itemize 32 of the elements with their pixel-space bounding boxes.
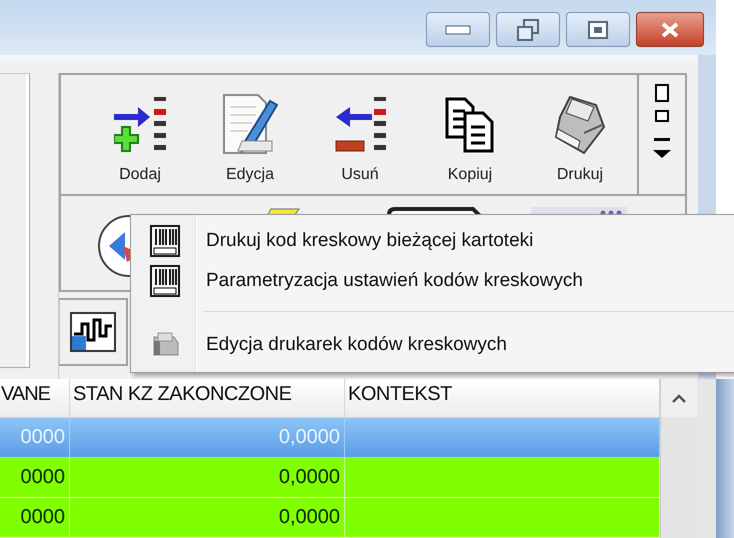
menu-item[interactable]: Edycja drukarek kodów kreskowych: [133, 322, 734, 368]
table-cell: 0,0000: [70, 498, 345, 538]
remove-icon: [334, 97, 386, 154]
large-icons-icon[interactable]: [654, 83, 670, 104]
minimize-button[interactable]: [426, 12, 490, 47]
copy-icon: [445, 97, 495, 154]
column-header[interactable]: VANE: [0, 379, 70, 417]
restore-icon: [516, 18, 540, 42]
table-row[interactable]: 0000 0,0000: [0, 458, 660, 498]
column-header[interactable]: STAN KZ ZAKONCZONE: [70, 379, 345, 417]
maximize-icon: [587, 20, 609, 40]
table-row[interactable]: 0000 0,0000: [0, 498, 660, 538]
toolbar-button[interactable]: Drukuj: [525, 75, 635, 194]
restore-button[interactable]: [496, 12, 560, 47]
minimize-icon: [445, 24, 471, 34]
add-icon: [114, 97, 166, 154]
close-button[interactable]: [636, 12, 704, 47]
menu-item[interactable]: Parametryzacja ustawień kodów kreskowych: [133, 261, 734, 301]
menu-item[interactable]: Drukuj kod kreskowy bieżącej kartoteki: [133, 221, 734, 261]
chart-icon[interactable]: [70, 312, 116, 352]
toolbar-button[interactable]: Dodaj: [85, 75, 195, 194]
maximize-button[interactable]: [566, 12, 630, 47]
close-icon: [659, 20, 681, 38]
toolbar-button[interactable]: Usuń: [305, 75, 415, 194]
barcode-icon: [150, 265, 180, 297]
barcode-icon: [150, 225, 180, 257]
table-cell: 0000: [0, 498, 70, 538]
toolbar-button[interactable]: Edycja: [195, 75, 305, 194]
toolbar-button[interactable]: Kopiuj: [415, 75, 525, 194]
small-icons-icon[interactable]: [654, 109, 670, 124]
scroll-up-icon[interactable]: [670, 393, 687, 403]
caret-down-icon[interactable]: [652, 149, 672, 160]
